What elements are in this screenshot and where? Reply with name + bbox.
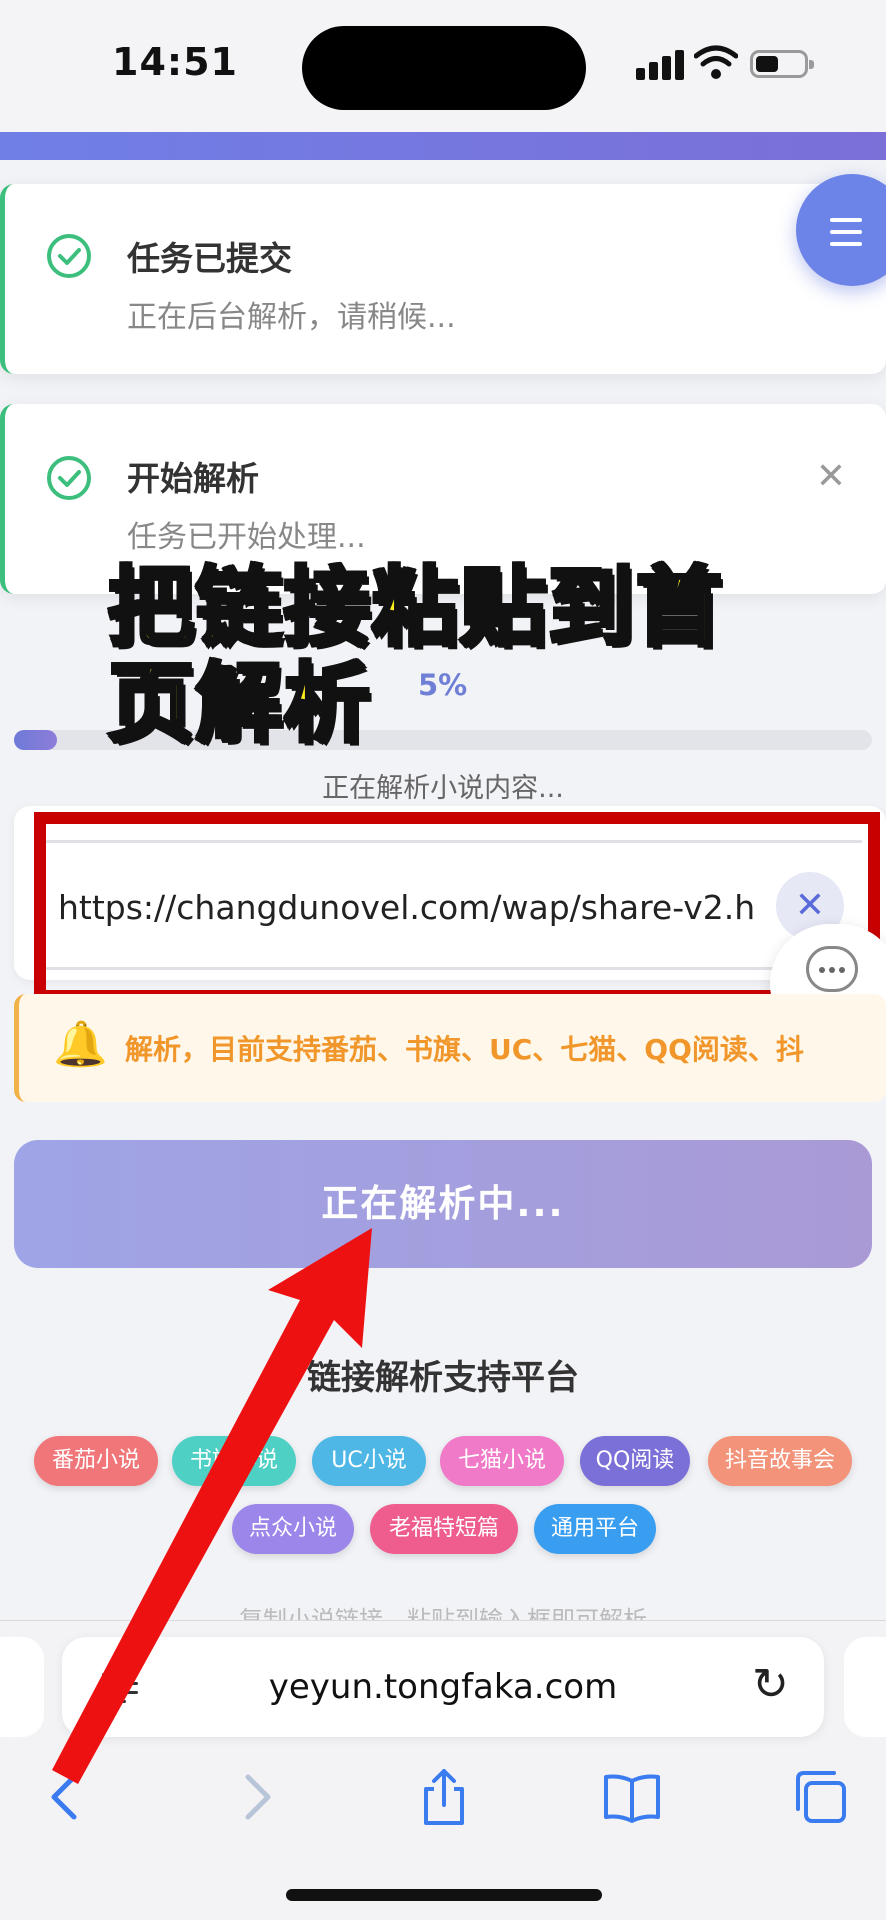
next-tab-preview[interactable]	[844, 1637, 886, 1737]
check-circle-icon	[47, 234, 91, 278]
chat-bubble-icon	[806, 946, 858, 992]
bookmarks-icon[interactable]	[602, 1767, 662, 1827]
wifi-icon	[694, 45, 738, 79]
toast-task-submitted: 任务已提交 正在后台解析，请稍候...	[0, 184, 886, 374]
toast-title: 任务已提交	[127, 239, 292, 278]
bell-icon: 🔔	[53, 1019, 108, 1070]
platform-chip[interactable]: 抖音故事会	[708, 1436, 852, 1486]
overlay-caption: 把链接粘贴到首页解析	[106, 558, 724, 754]
reload-icon[interactable]: ↻	[752, 1659, 789, 1710]
platform-chip[interactable]: 老福特短篇	[370, 1504, 518, 1554]
platform-chip[interactable]: 通用平台	[534, 1504, 656, 1554]
platform-chip[interactable]: 番茄小说	[34, 1436, 158, 1486]
platform-chip[interactable]: UC小说	[312, 1436, 426, 1486]
previous-tab-preview[interactable]	[0, 1637, 44, 1737]
check-circle-icon	[47, 456, 91, 500]
status-bar: 14:51	[0, 0, 886, 132]
progress-bar-fill	[14, 730, 57, 750]
platform-chip[interactable]: 七猫小说	[440, 1436, 564, 1486]
platform-chip[interactable]: 书旗小说	[172, 1436, 296, 1486]
address-text[interactable]: yeyun.tongfaka.com	[62, 1667, 824, 1707]
platform-chip[interactable]: 点众小说	[232, 1504, 354, 1554]
status-time: 14:51	[112, 40, 238, 84]
notice-banner: 🔔 解析，目前支持番茄、书旗、UC、七猫、QQ阅读、抖	[14, 994, 886, 1102]
parse-button[interactable]: 正在解析中...	[14, 1140, 872, 1268]
notice-text: 解析，目前支持番茄、书旗、UC、七猫、QQ阅读、抖	[125, 1033, 804, 1066]
toast-message: 任务已开始处理...	[127, 520, 366, 555]
battery-icon	[750, 50, 814, 78]
forward-icon[interactable]	[226, 1767, 286, 1827]
tabs-icon[interactable]	[790, 1767, 850, 1827]
dynamic-island	[302, 26, 586, 110]
platform-chip[interactable]: QQ阅读	[580, 1436, 690, 1486]
back-icon[interactable]	[36, 1767, 96, 1827]
progress-status: 正在解析小说内容...	[322, 773, 564, 804]
share-icon[interactable]	[414, 1767, 474, 1827]
browser-toolbar: yeyun.tongfaka.com ↻	[0, 1620, 886, 1920]
close-icon[interactable]: ✕	[816, 456, 846, 497]
platforms-title: 链接解析支持平台	[307, 1358, 579, 1398]
toast-message: 正在后台解析，请稍候...	[127, 300, 456, 335]
address-bar[interactable]: yeyun.tongfaka.com ↻	[62, 1637, 824, 1737]
cellular-signal-icon	[636, 48, 684, 80]
annotation-red-box	[34, 812, 880, 1002]
toast-title: 开始解析	[127, 459, 259, 498]
header-band	[0, 132, 886, 160]
home-indicator	[286, 1889, 602, 1901]
